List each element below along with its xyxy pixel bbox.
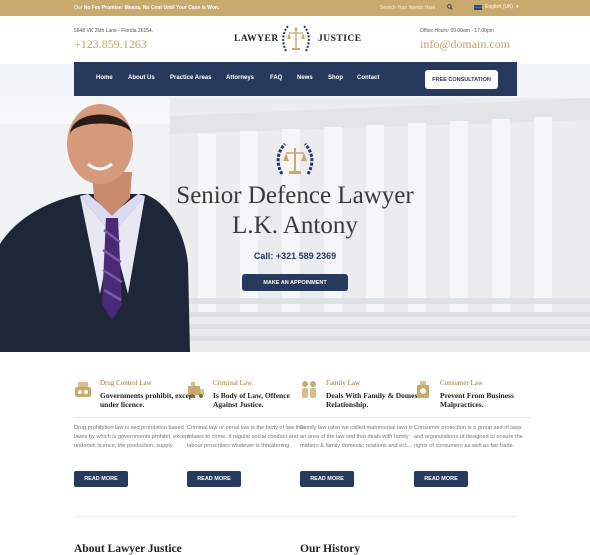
phone-number[interactable]: +123.859.1263 [74, 37, 147, 52]
nav-item-contact[interactable]: Contact [357, 75, 379, 81]
scales-laurel-emblem-icon [276, 142, 314, 175]
nav-item-news[interactable]: News [297, 75, 313, 81]
chevron-down-icon: ▾ [516, 4, 519, 10]
nav-item-shop[interactable]: Shop [328, 75, 343, 81]
email-address[interactable]: info@domain.com [420, 37, 510, 52]
service-category: Consumer Law [440, 379, 483, 387]
promo-bold: No Fee Promise: [83, 5, 124, 11]
logo-text-right[interactable]: JUSTICE [318, 34, 362, 44]
nav-item-about[interactable]: About Us [128, 75, 155, 81]
nav-item-attorneys[interactable]: Attorneys [226, 75, 254, 81]
service-description: Criminal law or penal law is the body of… [187, 425, 305, 449]
services-section: Drug Control Law Governments prohibit, e… [0, 352, 590, 502]
uk-flag-icon [474, 4, 482, 10]
language-label: English (UK) [485, 4, 514, 10]
site-header: 5648 VK 26th Lane - Florida 26154. +123.… [0, 16, 590, 64]
read-more-button[interactable]: READ MORE [187, 471, 241, 487]
address: 5648 VK 26th Lane - Florida 26154. [74, 28, 154, 34]
scales-of-justice-logo-icon[interactable] [280, 21, 312, 57]
logo-text-left[interactable]: LAWYER [234, 34, 279, 44]
divider [300, 417, 416, 418]
read-more-button[interactable]: READ MORE [300, 471, 354, 487]
search-input[interactable]: Search Your Needs Here [380, 5, 435, 11]
hero-title-line2: L.K. Antony [232, 212, 358, 239]
about-section-title: About Lawyer Justice [74, 543, 182, 555]
service-heading: Governments prohibit, except under licen… [100, 391, 196, 409]
service-description: Drug prohibition law is sed prohibition … [74, 425, 190, 449]
divider [187, 417, 303, 418]
service-heading: Is Body of Law, Offence Against Justice. [213, 391, 290, 409]
language-selector[interactable]: English (UK) ▾ [474, 4, 519, 10]
drug-control-icon [75, 382, 91, 397]
service-category: Criminal Law [213, 379, 253, 387]
top-bar: Our No Fee Promise: Means, No Cost Until… [0, 0, 590, 16]
hero-section: Senior Defence Lawyer L.K. Antony Call: … [0, 64, 590, 352]
family-icon [302, 381, 316, 398]
crime-van-icon [188, 382, 204, 398]
service-description: Family law (also we called matrimonial l… [300, 425, 413, 449]
history-section-title: Our History [300, 543, 361, 555]
search-icon[interactable] [447, 4, 453, 10]
promo-text: Our No Fee Promise: Means, No Cost Until… [74, 5, 219, 11]
divider [74, 417, 190, 418]
read-more-button[interactable]: READ MORE [414, 471, 468, 487]
service-category: Drug Control Law [100, 379, 152, 387]
read-more-button[interactable]: READ MORE [74, 471, 128, 487]
service-category: Family Law [326, 379, 361, 387]
promo-lead: Our [74, 5, 83, 11]
make-appointment-button[interactable]: MAKE AN APPOINMENT [242, 274, 348, 291]
service-heading: Deals With Family & Domestic Relationshi… [326, 391, 426, 409]
office-hours: Office Hours: 09.00am - 17.00pm [420, 28, 494, 34]
hero-call-number[interactable]: Call: +321 589 2369 [0, 251, 590, 261]
service-description: Consumer protection is a group sed of la… [414, 425, 523, 449]
nav-item-practice-areas[interactable]: Practice Areas [170, 75, 211, 81]
free-consultation-button[interactable]: FREE CONSULTATION [425, 70, 498, 89]
promo-rest: Means, No Cost Until Your Case is Won. [124, 5, 220, 11]
nav-item-home[interactable]: Home [96, 75, 113, 81]
divider [414, 417, 530, 418]
nav-item-faq[interactable]: FAQ [270, 75, 282, 81]
consumer-icon [417, 381, 429, 398]
hero-title-line1: Senior Defence Lawyer [176, 182, 414, 209]
service-heading: Prevent From Business Malpractices. [440, 391, 514, 409]
section-divider [74, 516, 517, 517]
